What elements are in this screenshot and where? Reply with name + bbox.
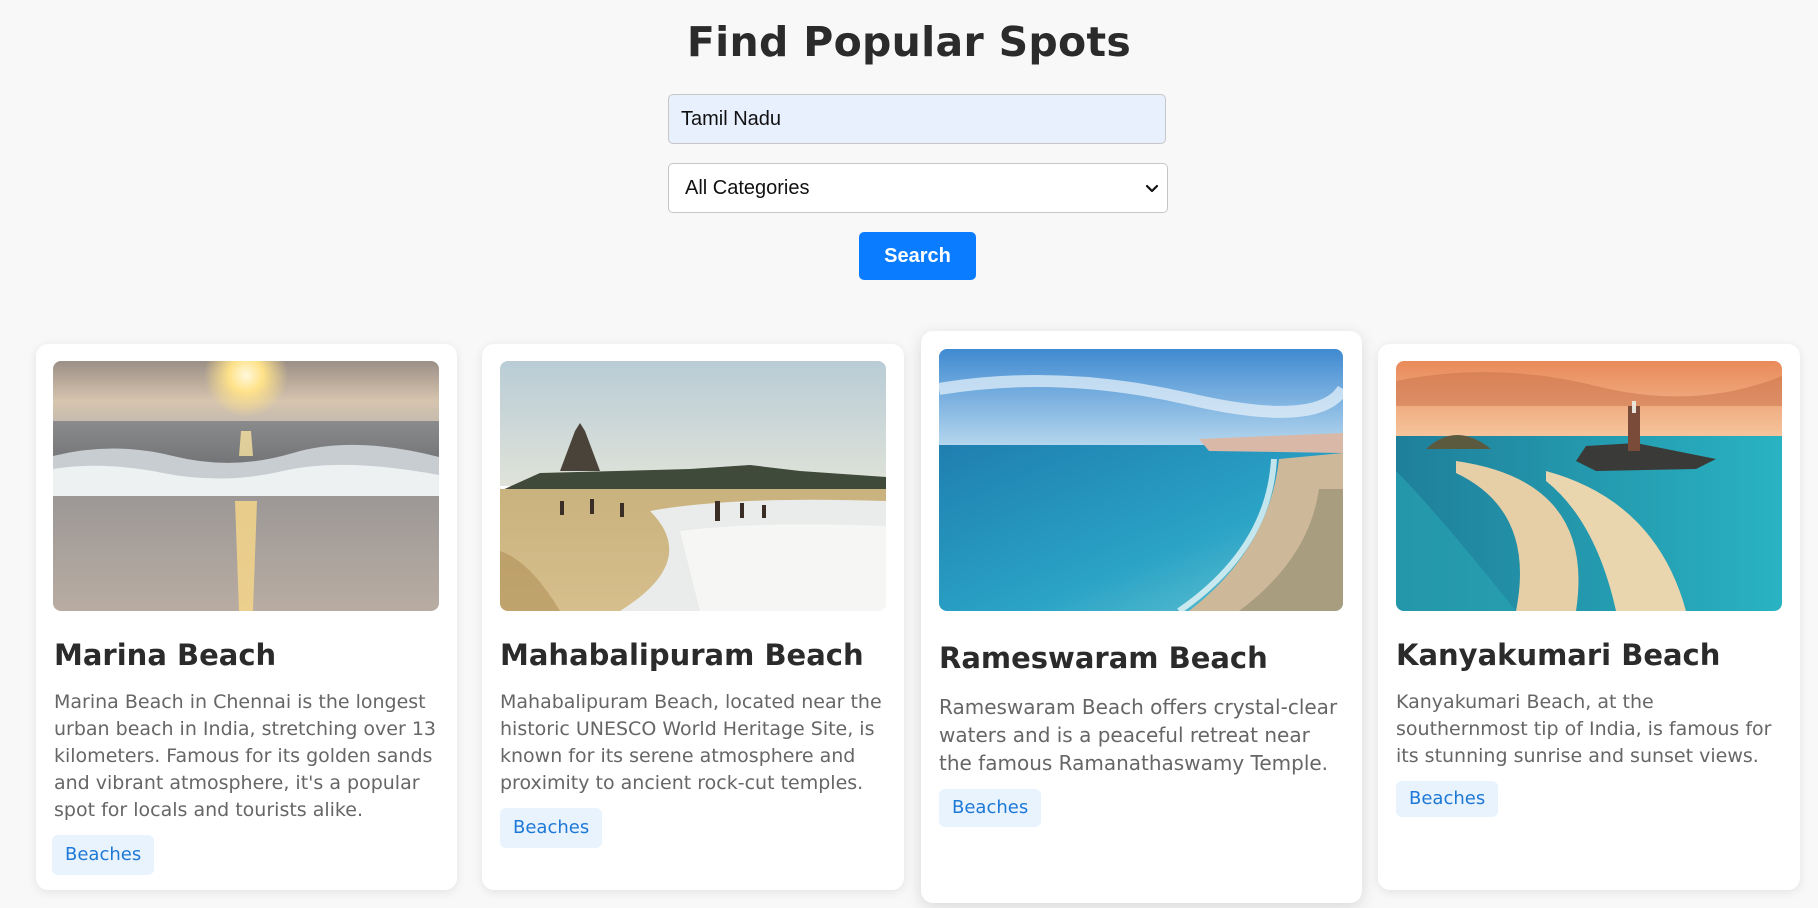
spot-title: Kanyakumari Beach bbox=[1396, 638, 1721, 672]
spot-card-mahabalipuram-beach[interactable]: Mahabalipuram Beach Mahabalipuram Beach,… bbox=[482, 344, 904, 890]
category-tag[interactable]: Beaches bbox=[1396, 781, 1499, 817]
chevron-down-icon bbox=[1145, 184, 1159, 193]
spot-image-kanyakumari-beach bbox=[1396, 361, 1782, 611]
category-tag[interactable]: Beaches bbox=[52, 835, 155, 875]
search-button[interactable]: Search bbox=[859, 232, 976, 280]
category-tag[interactable]: Beaches bbox=[500, 808, 603, 848]
spot-title: Mahabalipuram Beach bbox=[500, 638, 864, 672]
spot-description: Marina Beach in Chennai is the longest u… bbox=[54, 691, 437, 821]
spot-title: Marina Beach bbox=[54, 638, 277, 672]
spot-title: Rameswaram Beach bbox=[939, 641, 1268, 675]
spot-card-rameswaram-beach[interactable]: Rameswaram Beach Rameswaram Beach offers… bbox=[921, 331, 1362, 903]
spot-image-marina-beach bbox=[53, 361, 439, 611]
spot-description: Mahabalipuram Beach, located near the hi… bbox=[500, 691, 882, 794]
spot-image-mahabalipuram-beach bbox=[500, 361, 886, 611]
spot-description: Rameswaram Beach offers crystal-clear wa… bbox=[939, 695, 1338, 775]
spot-description: Kanyakumari Beach, at the southernmost t… bbox=[1396, 691, 1772, 767]
category-tag[interactable]: Beaches bbox=[939, 789, 1042, 827]
spot-card-kanyakumari-beach[interactable]: Kanyakumari Beach Kanyakumari Beach, at … bbox=[1378, 344, 1800, 890]
page-title: Find Popular Spots bbox=[686, 18, 1132, 66]
spot-card-marina-beach[interactable]: Marina Beach Marina Beach in Chennai is … bbox=[36, 344, 457, 890]
search-input[interactable] bbox=[668, 94, 1166, 144]
category-select[interactable]: All Categories bbox=[668, 163, 1168, 213]
spot-image-rameswaram-beach bbox=[939, 349, 1343, 611]
category-select-value: All Categories bbox=[685, 176, 810, 199]
